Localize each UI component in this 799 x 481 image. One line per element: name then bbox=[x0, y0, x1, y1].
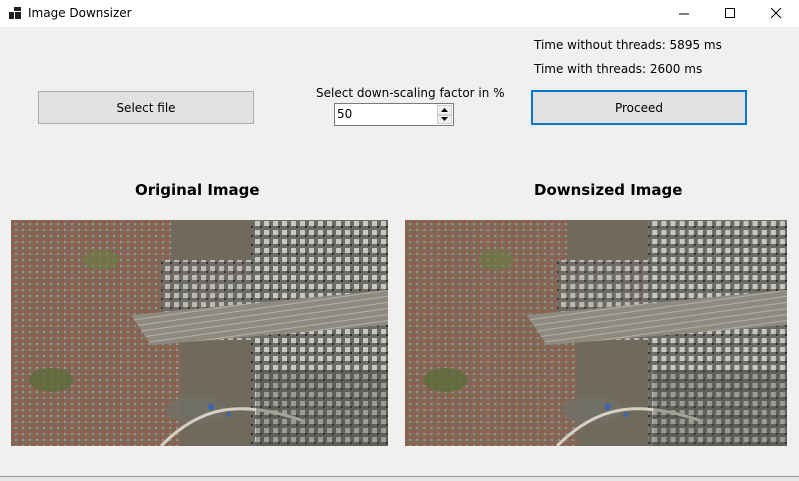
maximize-icon bbox=[724, 8, 735, 18]
scaling-factor-label: Select down-scaling factor in % bbox=[316, 86, 505, 100]
aerial-city-photo bbox=[11, 220, 388, 446]
minimize-icon bbox=[678, 13, 689, 15]
stepper-up-button[interactable] bbox=[437, 105, 452, 115]
window-title: Image Downsizer bbox=[28, 6, 132, 20]
stepper-down-button[interactable] bbox=[437, 114, 452, 124]
maximize-button[interactable] bbox=[707, 0, 753, 27]
close-button[interactable] bbox=[753, 0, 799, 27]
select-file-button[interactable]: Select file bbox=[38, 91, 254, 124]
aerial-city-photo bbox=[405, 220, 787, 446]
status-bar bbox=[0, 476, 799, 481]
title-bar: Image Downsizer bbox=[0, 0, 799, 27]
minimize-button[interactable] bbox=[661, 0, 707, 27]
original-image bbox=[11, 220, 388, 446]
proceed-label: Proceed bbox=[614, 100, 664, 115]
select-file-label: Select file bbox=[116, 100, 176, 115]
close-icon bbox=[770, 8, 781, 19]
chevron-down-icon bbox=[441, 117, 448, 122]
downsized-image bbox=[405, 220, 787, 446]
downsized-image-title: Downsized Image bbox=[534, 181, 683, 199]
scaling-factor-stepper[interactable]: 50 bbox=[334, 103, 454, 126]
chevron-up-icon bbox=[441, 107, 448, 112]
original-image-title: Original Image bbox=[135, 181, 260, 199]
app-icon bbox=[9, 7, 21, 19]
time-with-threads: Time with threads: 2600 ms bbox=[534, 62, 703, 76]
time-without-threads: Time without threads: 5895 ms bbox=[534, 38, 722, 52]
proceed-button[interactable]: Proceed bbox=[531, 90, 747, 125]
scaling-factor-value[interactable]: 50 bbox=[337, 107, 352, 121]
